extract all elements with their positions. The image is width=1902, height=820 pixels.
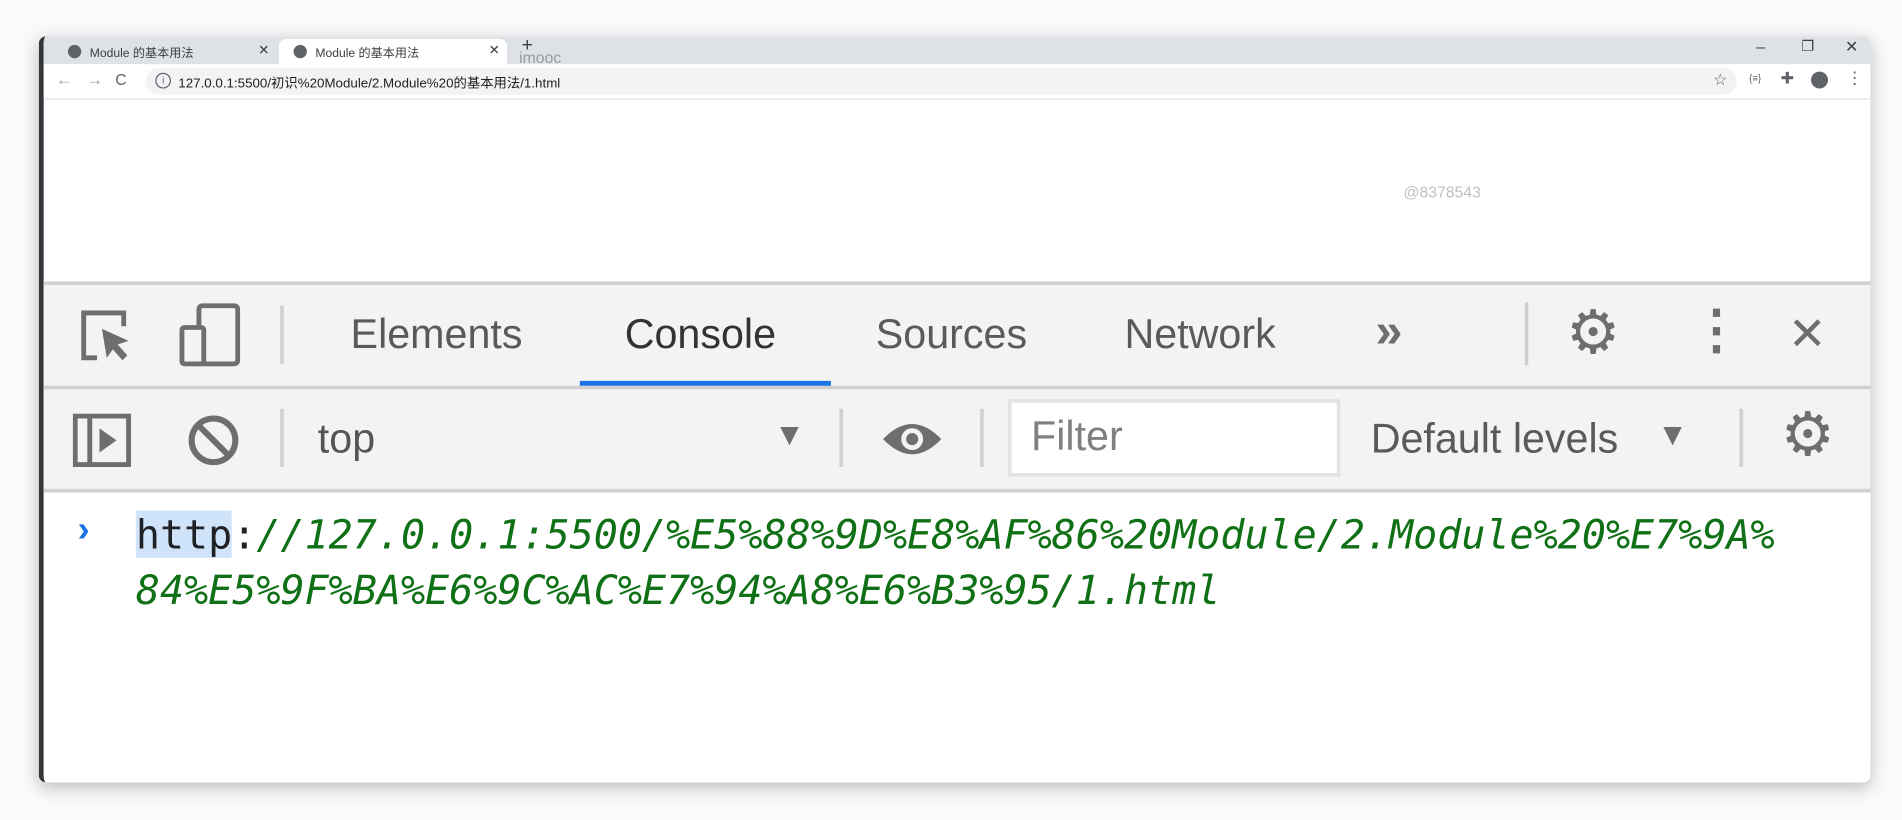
- active-tab-indicator: [579, 380, 831, 386]
- globe-icon: [67, 44, 82, 59]
- screen: Module 的基本用法 ✕ Module 的基本用法 ✕ + imooc – …: [0, 0, 1902, 820]
- menu-icon[interactable]: ⋮: [1846, 68, 1863, 89]
- info-icon[interactable]: i: [155, 72, 172, 89]
- url-string: //127.0.0.1:5500/%E5%88%9D%E8%AF%86%20Mo…: [135, 510, 1775, 614]
- minimize-icon[interactable]: –: [1756, 38, 1765, 56]
- separator: [1524, 302, 1529, 366]
- console-toolbar: top ▼ Default levels ▼ ⚙: [43, 389, 1871, 493]
- back-icon[interactable]: ←: [56, 69, 73, 88]
- forward-icon[interactable]: →: [86, 69, 103, 88]
- reload-icon[interactable]: C: [115, 70, 126, 88]
- close-tab-icon[interactable]: ✕: [489, 42, 500, 59]
- tab-network[interactable]: Network: [1124, 312, 1275, 359]
- separator: [980, 408, 984, 468]
- puzzle-icon[interactable]: ✚: [1781, 69, 1794, 88]
- result-chevron-icon: ›: [77, 509, 90, 550]
- console-settings-gear-icon[interactable]: ⚙: [1781, 399, 1835, 469]
- globe-icon: [293, 44, 307, 59]
- separator: [839, 408, 844, 468]
- url-text: 127.0.0.1:5500/初识%20Module/2.Module%20的基…: [178, 76, 561, 91]
- star-icon[interactable]: ☆: [1713, 70, 1727, 89]
- console-output: › http://127.0.0.1:5500/%E5%88%9D%E8%AF%…: [44, 492, 1871, 782]
- filter-input-box[interactable]: [1008, 399, 1341, 477]
- levels-triangle-icon[interactable]: ▼: [1657, 416, 1688, 454]
- separator: [280, 305, 284, 364]
- profile-icon[interactable]: [1811, 71, 1828, 89]
- context-selector[interactable]: top: [318, 416, 375, 463]
- tab-sources[interactable]: Sources: [876, 312, 1027, 359]
- devtools-panel: Elements Console Sources Network » ⚙ ⋮ ✕…: [43, 281, 1871, 783]
- tab-console[interactable]: Console: [625, 312, 776, 359]
- close-window-icon[interactable]: ✕: [1845, 38, 1858, 57]
- show-sidebar-icon[interactable]: [72, 413, 132, 468]
- separator: [280, 408, 284, 468]
- url-colon: :: [232, 510, 257, 558]
- devtools-main-toolbar: Elements Console Sources Network » ⚙ ⋮ ✕: [43, 285, 1871, 390]
- restore-icon[interactable]: ❐: [1801, 38, 1814, 55]
- browser-window: Module 的基本用法 ✕ Module 的基本用法 ✕ + imooc – …: [38, 36, 1871, 783]
- browser-tab[interactable]: Module 的基本用法 ✕: [53, 39, 276, 64]
- settings-gear-icon[interactable]: ⚙: [1566, 297, 1620, 367]
- tab-strip: Module 的基本用法 ✕ Module 的基本用法 ✕ + imooc – …: [43, 36, 1871, 67]
- page-watermark: @8378543: [1403, 183, 1481, 202]
- address-bar[interactable]: i 127.0.0.1:5500/初识%20Module/2.Module%20…: [145, 67, 1738, 95]
- log-levels-dropdown[interactable]: Default levels: [1371, 416, 1619, 463]
- more-options-icon[interactable]: ⋮: [1690, 300, 1743, 362]
- live-expression-eye-icon[interactable]: [881, 418, 944, 459]
- tab-elements[interactable]: Elements: [351, 312, 523, 359]
- tab-title: Module 的基本用法: [89, 47, 194, 61]
- inspect-element-icon[interactable]: [80, 309, 136, 362]
- tab-title: Module 的基本用法: [315, 47, 420, 61]
- console-message[interactable]: http://127.0.0.1:5500/%E5%88%9D%E8%AF%86…: [135, 507, 1786, 619]
- dropdown-triangle-icon[interactable]: ▼: [774, 416, 805, 454]
- close-devtools-icon[interactable]: ✕: [1788, 307, 1827, 362]
- device-toolbar-icon[interactable]: [179, 303, 241, 367]
- more-tabs-chevron-icon[interactable]: »: [1376, 304, 1403, 359]
- clear-console-icon[interactable]: [187, 414, 240, 467]
- close-tab-icon[interactable]: ✕: [258, 42, 269, 59]
- filter-input[interactable]: [1028, 412, 1325, 463]
- toolbar: ← → C i 127.0.0.1:5500/初识%20Module/2.Mod…: [43, 64, 1871, 100]
- selected-text: http: [135, 510, 233, 558]
- separator: [1739, 408, 1744, 468]
- extension-icon[interactable]: {≡}: [1749, 73, 1761, 84]
- browser-tab-active[interactable]: Module 的基本用法 ✕: [278, 38, 508, 65]
